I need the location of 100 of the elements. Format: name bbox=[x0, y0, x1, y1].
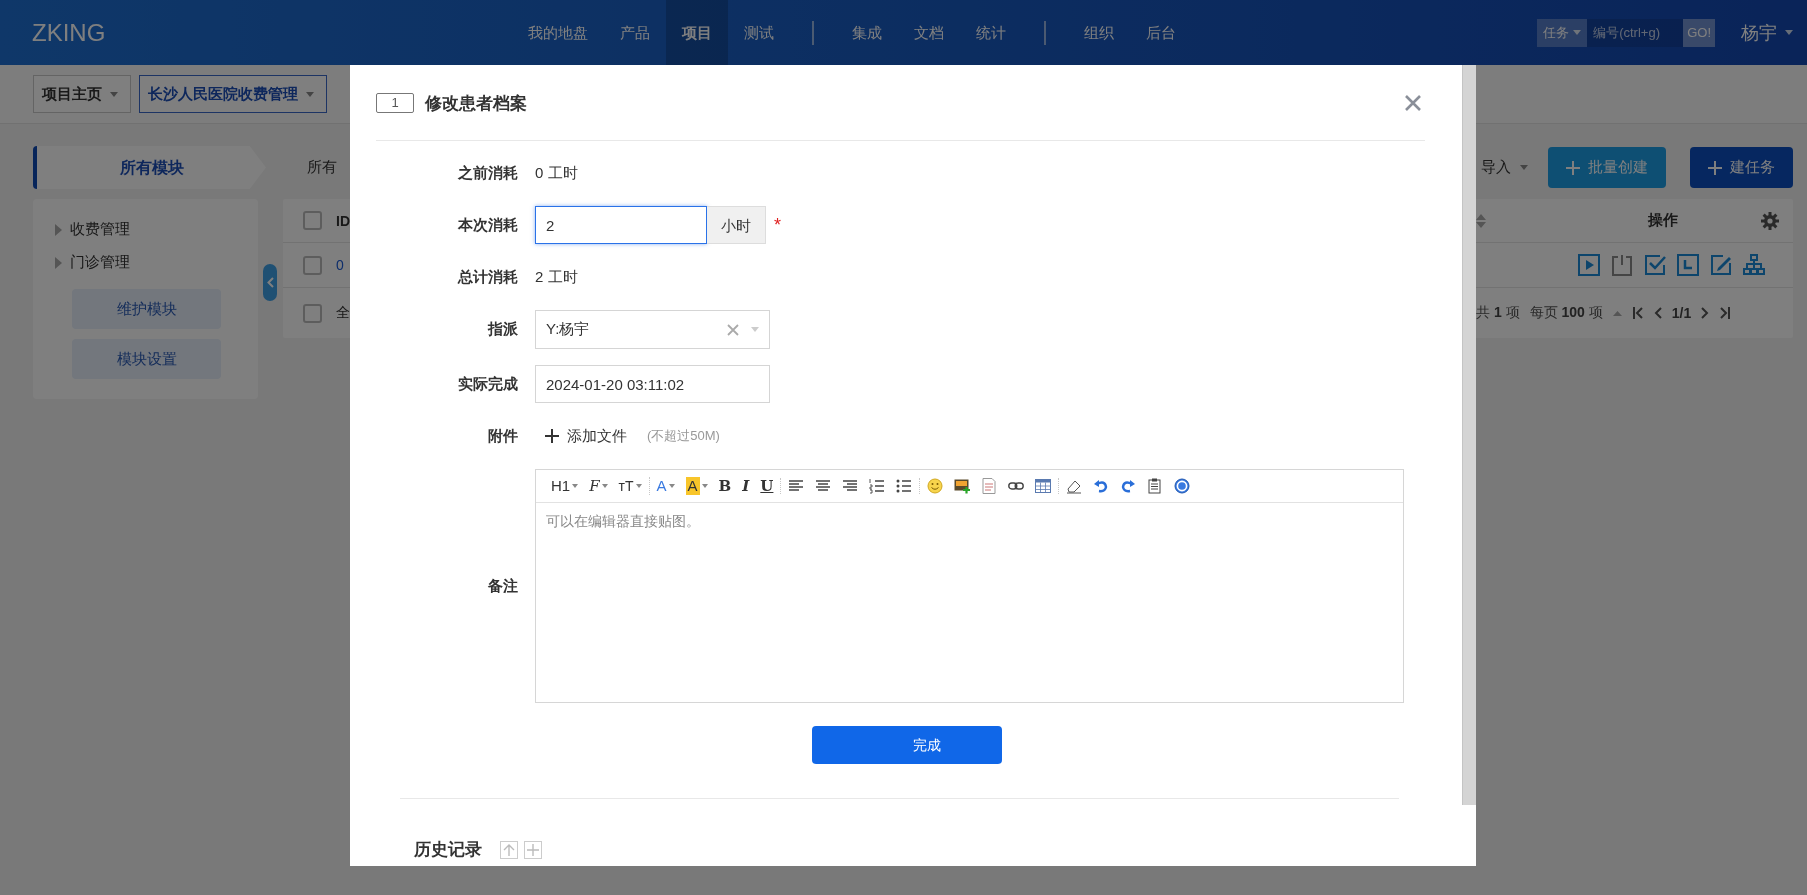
module-button[interactable]: 维护模块 bbox=[72, 289, 221, 329]
filter-label[interactable]: 所有 bbox=[307, 158, 337, 177]
dialog-title: 修改患者档案 bbox=[425, 92, 527, 115]
select-all-label[interactable]: 全 bbox=[336, 304, 350, 322]
nav-item[interactable]: 我的地盘 bbox=[512, 0, 604, 65]
tree-item[interactable]: 收费管理 bbox=[70, 220, 130, 239]
toolbar-button[interactable]: F bbox=[589, 477, 608, 495]
submit-button[interactable]: 完成 bbox=[811, 726, 1002, 764]
bullet-list-icon[interactable] bbox=[896, 478, 913, 494]
caret-icon bbox=[1520, 165, 1528, 170]
caret-icon[interactable] bbox=[601, 484, 608, 488]
field-label: 备注 bbox=[487, 575, 518, 596]
toolbar-button[interactable]: I bbox=[742, 477, 750, 495]
toolbar-button[interactable]: A bbox=[656, 477, 675, 495]
checkbox[interactable] bbox=[303, 211, 322, 230]
previous-page-icon[interactable] bbox=[1653, 307, 1662, 319]
align-center-icon[interactable] bbox=[815, 478, 832, 494]
breadcrumb-item[interactable]: 项目主页 bbox=[33, 75, 131, 113]
numbered-list-icon[interactable] bbox=[869, 478, 886, 494]
field-label: 本次消耗 bbox=[457, 214, 518, 235]
unit-label: 小时 bbox=[707, 206, 766, 244]
create-task-button[interactable]: 建任务 bbox=[1690, 147, 1793, 188]
edit-icon[interactable] bbox=[1710, 254, 1732, 276]
id-badge: 1 bbox=[376, 93, 414, 113]
nav-item[interactable]: 集成 bbox=[836, 0, 898, 65]
module-button[interactable]: 模块设置 bbox=[72, 339, 221, 379]
close-icon[interactable] bbox=[1405, 95, 1421, 111]
add-file-link[interactable]: 添加文件 bbox=[545, 426, 627, 446]
toolbar-button[interactable]: U bbox=[760, 477, 774, 495]
section-title: 历史记录 bbox=[414, 839, 482, 861]
check-icon[interactable] bbox=[1644, 254, 1666, 276]
collapse-handle[interactable] bbox=[263, 264, 277, 301]
tree-item[interactable]: 门诊管理 bbox=[70, 253, 130, 272]
clear-icon[interactable] bbox=[727, 323, 739, 336]
field-value: 2 工时 bbox=[535, 267, 578, 287]
caret-icon bbox=[110, 91, 118, 97]
input-field[interactable]: 2 bbox=[535, 206, 707, 244]
clipboard-icon[interactable] bbox=[1147, 478, 1164, 494]
toolbar-button[interactable]: B bbox=[718, 477, 732, 495]
assignee-select[interactable]: Y:杨宇 bbox=[535, 310, 770, 349]
plus-icon bbox=[1708, 160, 1722, 175]
nav-item[interactable]: 产品 bbox=[604, 0, 666, 65]
plus-icon bbox=[545, 429, 559, 443]
code-file-icon[interactable] bbox=[981, 478, 998, 494]
arrow-up-icon[interactable] bbox=[500, 840, 518, 859]
caret-icon bbox=[306, 91, 314, 97]
first-page-icon[interactable] bbox=[1631, 307, 1644, 319]
chevron-left-icon bbox=[266, 277, 274, 288]
eraser-icon[interactable] bbox=[1066, 478, 1083, 494]
field-label: 总计消耗 bbox=[456, 266, 518, 287]
batch-create-button[interactable]: 批量创建 bbox=[1548, 147, 1666, 188]
toolbar-button[interactable]: тT bbox=[618, 477, 642, 495]
user-menu[interactable]: 杨宇 bbox=[1741, 20, 1777, 45]
checkbox[interactable] bbox=[303, 303, 322, 323]
field-label: 之前消耗 bbox=[457, 162, 518, 183]
module-tab[interactable]: 所有模块 bbox=[33, 146, 266, 189]
align-right-icon[interactable] bbox=[842, 478, 859, 494]
caret-up-icon[interactable] bbox=[1612, 310, 1622, 316]
nav-item[interactable]: 后台 bbox=[1130, 0, 1192, 65]
total-count: 共 1 项 bbox=[1476, 304, 1520, 322]
nav-item[interactable]: 组织 bbox=[1068, 0, 1130, 65]
field-value: 0 工时 bbox=[535, 163, 578, 183]
toolbar-button[interactable]: H1 bbox=[551, 477, 579, 495]
caret-icon[interactable] bbox=[668, 484, 675, 488]
logo[interactable]: ZKING bbox=[0, 18, 512, 47]
align-left-icon[interactable] bbox=[788, 478, 805, 494]
caret-icon bbox=[1573, 30, 1582, 35]
column-header: 操作 bbox=[1648, 211, 1678, 230]
table-icon[interactable] bbox=[1035, 478, 1052, 494]
image-add-icon[interactable] bbox=[954, 478, 971, 494]
undo-icon[interactable] bbox=[1093, 478, 1110, 494]
clock-icon[interactable] bbox=[1677, 254, 1699, 276]
help-icon[interactable] bbox=[1174, 478, 1191, 494]
checkbox[interactable] bbox=[303, 255, 322, 275]
caret-icon bbox=[751, 327, 759, 332]
input-field[interactable]: 2024-01-20 03:11:02 bbox=[535, 365, 770, 403]
field-label: 附件 bbox=[487, 425, 518, 446]
page-number: 1/1 bbox=[1671, 305, 1692, 321]
task-id-link[interactable]: 0 bbox=[336, 257, 344, 273]
page-size[interactable]: 每页 100 项 bbox=[1529, 304, 1603, 322]
nav-item[interactable]: 测试 bbox=[728, 0, 790, 65]
nav-item[interactable]: 统计 bbox=[960, 0, 1022, 65]
last-page-icon[interactable] bbox=[1719, 307, 1732, 319]
caret-icon[interactable] bbox=[701, 484, 708, 488]
redo-icon[interactable] bbox=[1120, 478, 1137, 494]
play-icon[interactable] bbox=[1578, 254, 1600, 276]
size-hint: (不超过50M) bbox=[647, 427, 720, 445]
next-page-icon[interactable] bbox=[1701, 307, 1710, 319]
settings-icon[interactable] bbox=[1761, 211, 1779, 230]
rich-text-editor[interactable]: H1 F тT A A B I U 可以在编辑器直接贴图。 bbox=[535, 469, 1404, 703]
required-mark: * bbox=[774, 214, 781, 236]
import-menu[interactable]: 导入 bbox=[1481, 158, 1528, 177]
nav-item[interactable]: 文档 bbox=[898, 0, 960, 65]
sitemap-icon[interactable] bbox=[1743, 254, 1765, 276]
smiley-icon[interactable] bbox=[927, 478, 944, 494]
breadcrumb-item[interactable]: 长沙人民医院收费管理 bbox=[139, 75, 327, 113]
plus-icon bbox=[1566, 160, 1580, 175]
caret-icon[interactable] bbox=[572, 484, 579, 488]
scrollbar[interactable] bbox=[1462, 65, 1476, 805]
caret-icon[interactable] bbox=[635, 484, 642, 488]
